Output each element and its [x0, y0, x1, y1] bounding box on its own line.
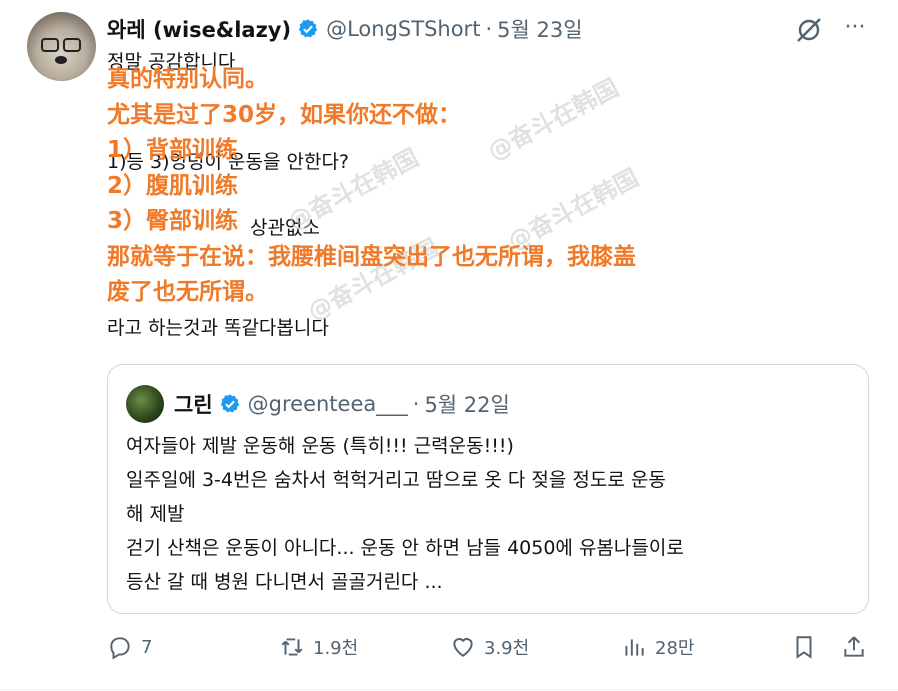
- avatar-nose: [55, 56, 67, 64]
- share-icon: [844, 636, 864, 657]
- quoted-line: 해 제발: [126, 503, 185, 525]
- divider: [0, 689, 898, 690]
- quoted-author-handle[interactable]: @greenteea___: [248, 392, 408, 416]
- overlay-line: 那就等于在说：我腰椎间盘突出了也无所谓，我膝盖: [107, 243, 636, 270]
- reply-button[interactable]: 7: [107, 634, 152, 660]
- quoted-line: 걷기 산책은 운동이 아니다... 운동 안 하면 남들 4050에 유봄나들이…: [126, 537, 684, 559]
- reply-icon: [110, 637, 130, 660]
- tweet-date[interactable]: 5월 23일: [497, 14, 582, 44]
- avatar-glasses-right: [63, 38, 81, 52]
- tweet-actions-bar: 7 1.9천 3.9천 28만: [107, 634, 869, 670]
- quoted-line: 일주일에 3-4번은 숨차서 헉헉거리고 땀으로 옷 다 젖을 정도로 운동: [126, 469, 666, 491]
- tweet-header: 와레 (wise&lazy) @LongSTShort · 5월 23일: [107, 14, 583, 44]
- quoted-tweet[interactable]: 그린 @greenteea___ · 5월 22일 여자들아 제발 운동해 운동…: [107, 364, 869, 614]
- author-handle[interactable]: @LongSTShort: [326, 17, 480, 41]
- separator-dot: ·: [412, 392, 420, 416]
- verified-badge-icon: [219, 393, 241, 415]
- repost-count: 1.9천: [313, 638, 359, 659]
- author-name[interactable]: 와레 (wise&lazy): [107, 14, 291, 44]
- overlay-line: 3）臀部训练: [107, 208, 239, 234]
- quoted-tweet-header: 그린 @greenteea___ · 5월 22일: [174, 389, 510, 419]
- overlay-line: 尤其是过了30岁，如果你还不做：: [107, 101, 462, 128]
- views-chart-icon: [625, 639, 644, 656]
- quoted-author-name[interactable]: 그린: [174, 389, 213, 419]
- more-options-icon[interactable]: ···: [840, 17, 870, 44]
- repost-icon: [281, 638, 303, 656]
- separator-dot: ·: [485, 17, 493, 41]
- share-button[interactable]: [841, 634, 867, 660]
- reply-count: 7: [141, 636, 153, 658]
- overlay-line: 2）腹肌训练: [107, 172, 239, 199]
- like-count: 3.9천: [484, 638, 530, 659]
- translation-overlay: 真的特别认同。 尤其是过了30岁，如果你还不做： 1）背部训练 2）腹肌训练 3…: [107, 62, 636, 311]
- overlay-line: 1）背部训练: [107, 137, 239, 163]
- overlay-line: 真的特别认同。: [107, 66, 268, 92]
- repost-button[interactable]: 1.9천: [279, 634, 358, 660]
- overlay-line: 废了也无所谓。: [107, 279, 268, 305]
- heart-icon: [453, 638, 473, 657]
- tweet-line-8: 라고 하는것과 똑같다봅니다: [107, 317, 329, 339]
- quoted-tweet-date[interactable]: 5월 22일: [424, 389, 509, 419]
- quoted-line: 여자들아 제발 운동해 운동 (특히!!! 근력운동!!!): [126, 435, 514, 457]
- grok-icon[interactable]: [794, 15, 824, 45]
- bookmark-button[interactable]: [791, 634, 817, 660]
- views-button[interactable]: 28만: [621, 634, 694, 660]
- bookmark-icon: [796, 636, 812, 659]
- quoted-tweet-body: 여자들아 제발 운동해 운동 (특히!!! 근력운동!!!) 일주일에 3-4번…: [126, 429, 684, 599]
- author-avatar[interactable]: [27, 12, 96, 81]
- like-button[interactable]: 3.9천: [450, 634, 529, 660]
- quoted-line: 등산 갈 때 병원 다니면서 골골거린다 ...: [126, 571, 443, 593]
- quoted-author-avatar[interactable]: [126, 385, 164, 423]
- verified-badge-icon: [297, 18, 319, 40]
- avatar-glasses-left: [41, 38, 59, 52]
- view-count: 28만: [655, 638, 695, 659]
